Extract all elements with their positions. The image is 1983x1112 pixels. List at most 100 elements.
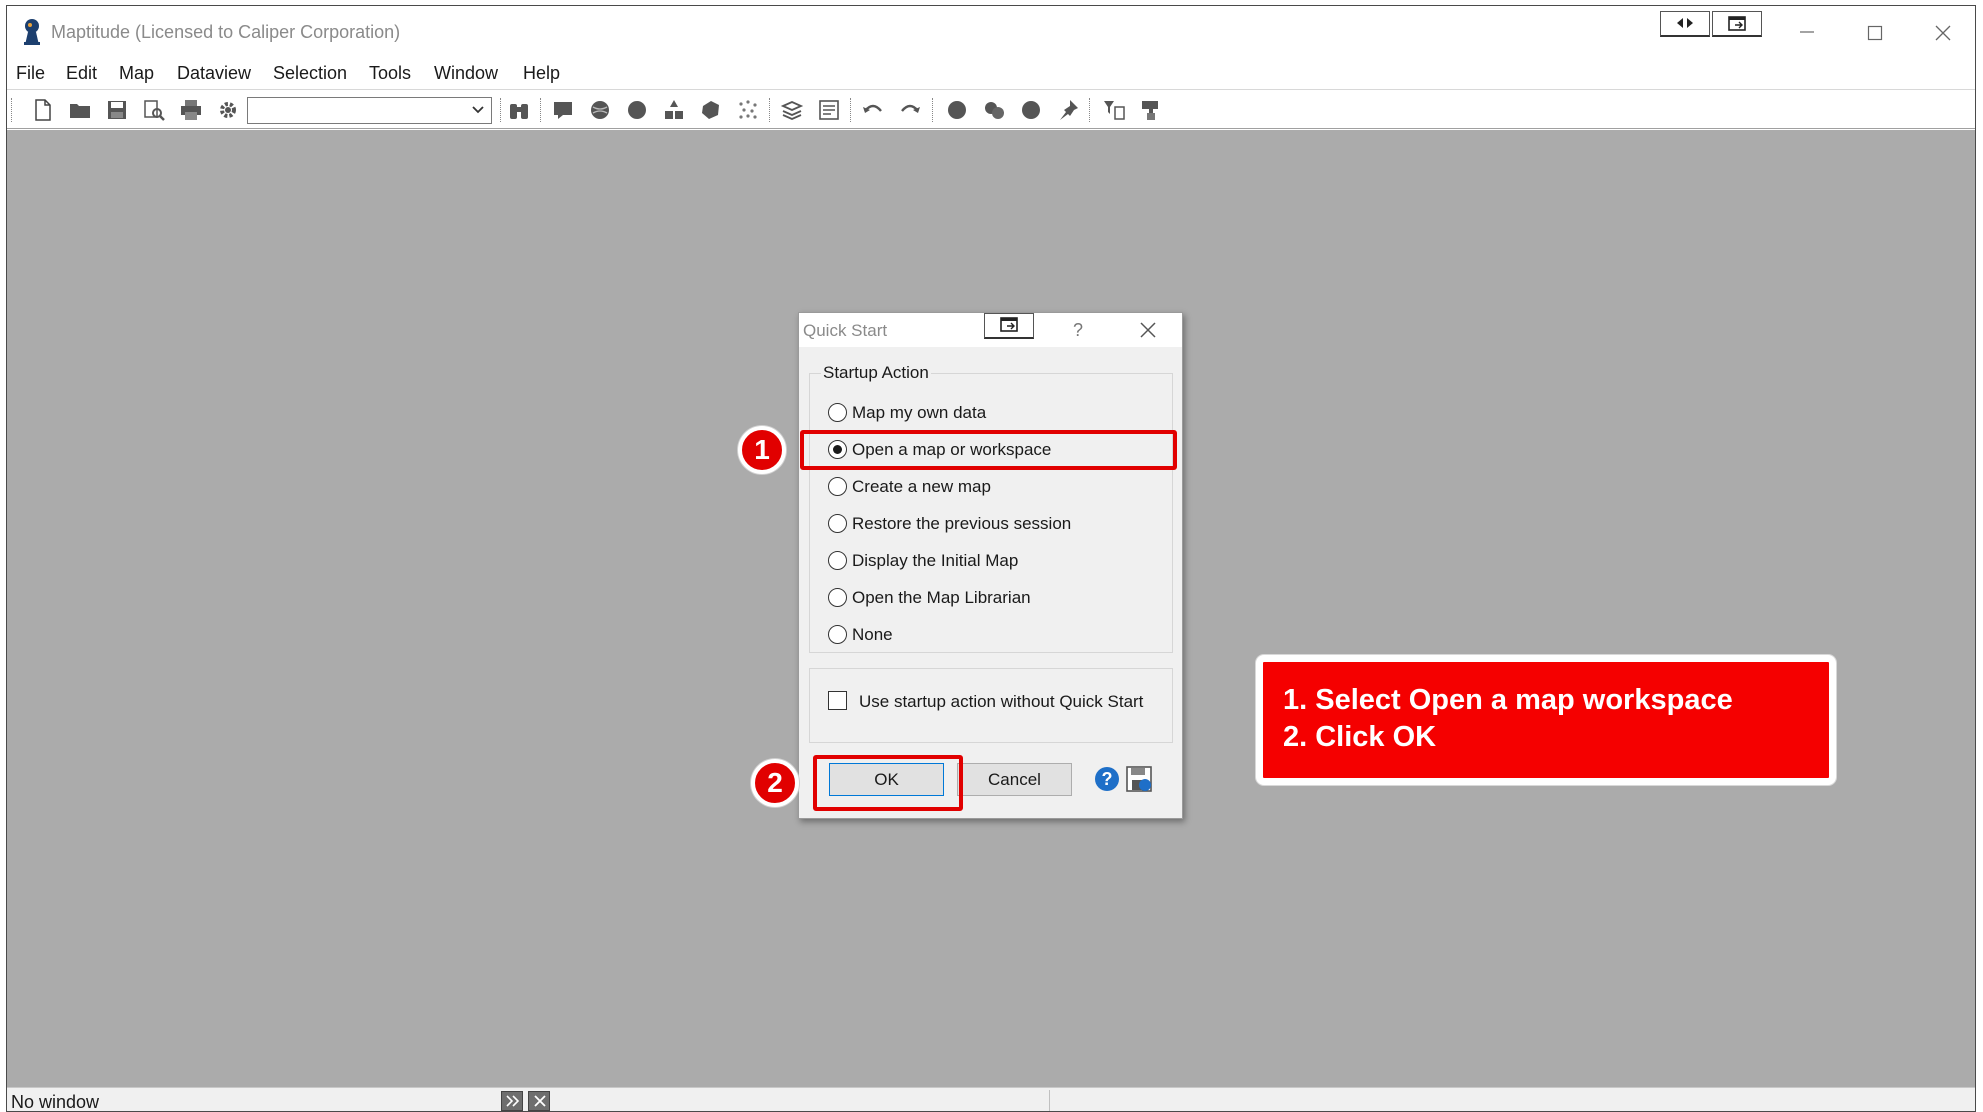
tile-arrows-button[interactable] — [1660, 11, 1710, 37]
title-bar: Maptitude (Licensed to Caliper Corporati… — [7, 6, 1975, 58]
close-window-button[interactable] — [1913, 14, 1973, 50]
paint-button[interactable] — [1137, 96, 1165, 124]
region-button[interactable] — [697, 96, 725, 124]
pin-icon — [1060, 100, 1078, 120]
layers-button[interactable] — [778, 96, 806, 124]
menu-window[interactable]: Window — [434, 63, 498, 84]
layout-icon — [819, 100, 839, 120]
find-binoculars-icon — [510, 104, 528, 119]
print-button[interactable] — [177, 96, 205, 124]
menu-selection[interactable]: Selection — [273, 63, 347, 84]
menu-tools[interactable]: Tools — [369, 63, 411, 84]
double-chevron-right-icon — [506, 1095, 520, 1107]
undo-button[interactable] — [859, 96, 887, 124]
maptitude-logo-icon — [24, 19, 40, 45]
bubble-button[interactable] — [980, 96, 1008, 124]
toolbar-grip — [500, 98, 503, 122]
dialog-restore-button[interactable] — [984, 313, 1034, 339]
menu-edit[interactable]: Edit — [66, 63, 97, 84]
radio-button[interactable] — [828, 477, 847, 496]
expand-status-button[interactable] — [501, 1091, 523, 1111]
minimize-button[interactable] — [1777, 14, 1837, 50]
new-map-button[interactable] — [549, 96, 577, 124]
undo-icon — [863, 104, 882, 113]
layer-dropdown[interactable] — [247, 97, 492, 124]
dialog-help-button[interactable]: ? — [1073, 320, 1083, 341]
close-icon — [1935, 25, 1951, 41]
close-status-button[interactable] — [528, 1091, 550, 1111]
use-startup-action-checkbox[interactable] — [828, 691, 847, 710]
help-icon[interactable]: ? — [1093, 765, 1121, 793]
globe-icon — [591, 101, 609, 119]
save-settings-icon[interactable] — [1125, 765, 1153, 793]
filter-icon — [1104, 101, 1125, 120]
cancel-button[interactable]: Cancel — [957, 763, 1072, 796]
menu-help[interactable]: Help — [523, 63, 560, 84]
open-folder-icon — [70, 104, 90, 118]
theme-button[interactable] — [943, 96, 971, 124]
paint-icon — [1142, 101, 1158, 120]
find-button[interactable] — [505, 96, 533, 124]
radio-button[interactable] — [828, 588, 847, 607]
print-preview-icon — [144, 100, 165, 121]
save-button[interactable] — [103, 96, 131, 124]
dot-icon — [1022, 101, 1040, 119]
option-label: Map my own data — [852, 403, 987, 422]
layout-button[interactable] — [815, 96, 843, 124]
redo-button[interactable] — [896, 96, 924, 124]
settings-button[interactable] — [214, 96, 242, 124]
toolbar-grip — [850, 98, 853, 122]
shapes-button[interactable] — [660, 96, 688, 124]
globe-button[interactable] — [586, 96, 614, 124]
step-1-badge: 1 — [738, 426, 786, 474]
menu-map[interactable]: Map — [119, 63, 154, 84]
instruction-callout: 1. Select Open a map workspace 2. Click … — [1256, 655, 1836, 785]
new-file-icon — [35, 99, 51, 121]
new-file-button[interactable] — [29, 96, 57, 124]
minimize-icon — [1800, 31, 1814, 33]
dot-button[interactable] — [1017, 96, 1045, 124]
option-label: None — [852, 625, 893, 644]
save-icon — [108, 101, 126, 119]
menu-file[interactable]: File — [16, 63, 45, 84]
toolbar-grip — [540, 98, 543, 122]
use-startup-action-label: Use startup action without Quick Start — [859, 692, 1144, 711]
callout-line-2: 2. Click OK — [1283, 721, 1437, 753]
svg-text:?: ? — [1102, 769, 1113, 789]
maximize-button[interactable] — [1845, 14, 1905, 50]
restore-pane-button[interactable] — [1712, 11, 1762, 37]
circle-button[interactable] — [623, 96, 651, 124]
step-2-badge: 2 — [751, 759, 799, 807]
close-icon[interactable] — [1139, 321, 1157, 339]
dialog-title: Quick Start — [803, 321, 888, 340]
print-preview-button[interactable] — [140, 96, 168, 124]
circle-icon — [628, 101, 646, 119]
radio-button[interactable] — [828, 625, 847, 644]
option-label: Display the Initial Map — [852, 551, 1019, 570]
pin-button[interactable] — [1054, 96, 1082, 124]
toolbar-grip — [932, 98, 935, 122]
open-button[interactable] — [66, 96, 94, 124]
menu-dataview[interactable]: Dataview — [177, 63, 251, 84]
radio-button[interactable] — [828, 514, 847, 533]
option-label: Open the Map Librarian — [852, 588, 1031, 607]
filter-button[interactable] — [1100, 96, 1128, 124]
scatter-button[interactable] — [734, 96, 762, 124]
radio-button[interactable] — [828, 403, 847, 422]
bubble-icon — [985, 102, 1004, 119]
toolbar-grip — [11, 98, 14, 122]
callout-line-1: 1. Select Open a map workspace — [1283, 684, 1733, 716]
window-restore-icon — [1728, 16, 1746, 31]
quick-start-dialog: Quick Start ? Startup Action Map my own … — [798, 312, 1183, 819]
menu-bar: File Edit Map Dataview Selection Tools W… — [7, 58, 1975, 88]
highlight-open-map-option — [800, 430, 1177, 470]
radio-button[interactable] — [828, 551, 847, 570]
screenshot-root: Maptitude (Licensed to Caliper Corporati… — [0, 0, 1983, 1112]
redo-icon — [901, 104, 920, 113]
chevron-down-icon — [472, 106, 484, 114]
maximize-icon — [1867, 25, 1883, 41]
option-label: Create a new map — [852, 477, 991, 496]
region-icon — [702, 101, 719, 119]
window-restore-icon — [1000, 317, 1018, 332]
map-icon — [554, 102, 572, 119]
